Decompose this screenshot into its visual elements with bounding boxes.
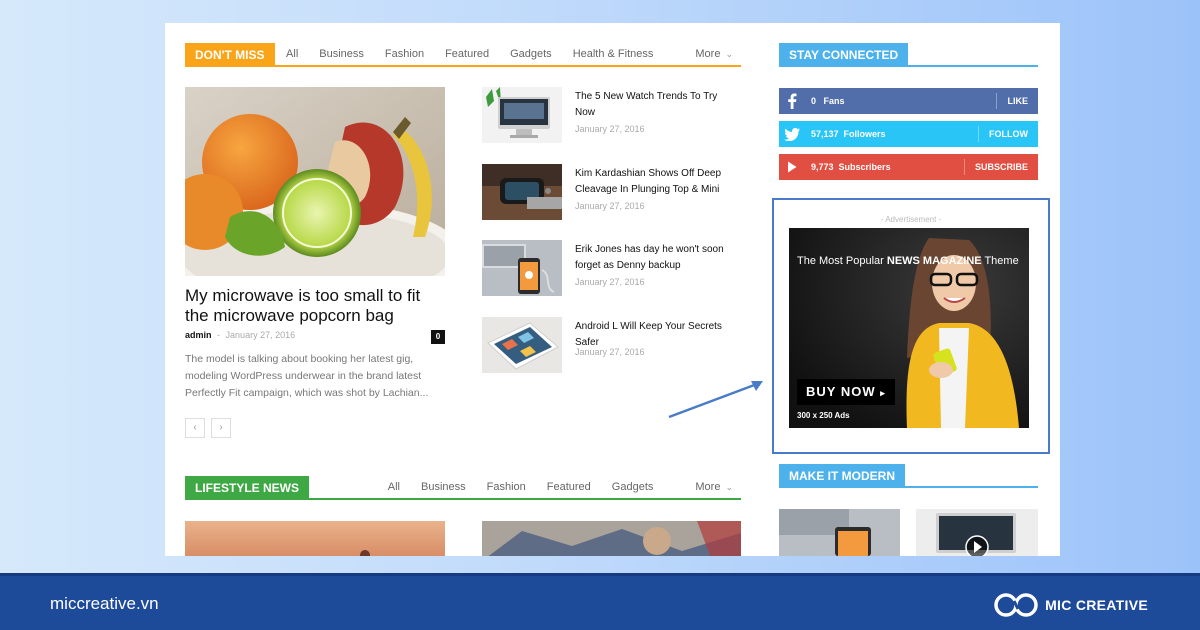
filter-all[interactable]: All <box>388 481 400 493</box>
featured-excerpt: The model is talking about booking her l… <box>185 353 429 399</box>
list-item[interactable]: Erik Jones has day he won't soon forget … <box>482 240 742 298</box>
featured-image[interactable] <box>185 87 445 276</box>
dont-miss-title: DON'T MISS <box>185 43 275 67</box>
filter-all[interactable]: All <box>286 48 298 60</box>
youtube-count-value: 9,773 <box>811 162 834 172</box>
featured-date: January 27, 2016 <box>225 330 296 340</box>
filter-fashion[interactable]: Fashion <box>487 481 526 493</box>
make-it-modern-title: MAKE IT MODERN <box>779 464 905 488</box>
footer-site-url[interactable]: miccreative.vn <box>50 594 159 614</box>
list-item[interactable]: Android L Will Keep Your Secrets Safer J… <box>482 317 742 375</box>
article-thumbnail[interactable] <box>482 317 562 373</box>
caret-right-icon: ▸ <box>880 388 886 398</box>
lifestyle-image-2[interactable] <box>482 521 741 556</box>
footer-brand-name[interactable]: MIC CREATIVE <box>1045 597 1148 613</box>
news-page: DON'T MISS All Business Fashion Featured… <box>165 23 1060 556</box>
filter-fashion[interactable]: Fashion <box>385 48 424 60</box>
filter-featured[interactable]: Featured <box>547 481 591 493</box>
filter-gadgets[interactable]: Gadgets <box>510 48 552 60</box>
like-button[interactable]: LIKE <box>996 93 1038 109</box>
next-page-button[interactable]: › <box>211 418 231 438</box>
article-thumbnail[interactable] <box>482 164 562 220</box>
filter-more[interactable]: More ⌄ <box>674 481 733 493</box>
chevron-down-icon: ⌄ <box>725 49 733 59</box>
dont-miss-header: DON'T MISS All Business Fashion Featured… <box>185 43 741 67</box>
youtube-counter[interactable]: 9,773 Subscribers SUBSCRIBE <box>779 154 1038 180</box>
article-date: January 27, 2016 <box>575 201 645 211</box>
dont-miss-filters: All Business Fashion Featured Gadgets He… <box>265 43 741 65</box>
list-item[interactable]: Kim Kardashian Shows Off Deep Cleavage I… <box>482 164 742 222</box>
make-it-modern-header: MAKE IT MODERN <box>779 464 1038 488</box>
advertisement-label: - Advertisement - <box>880 215 942 224</box>
twitter-count: 57,137 Followers <box>811 121 886 147</box>
ad-highlight-frame: - Advertisement - The Most Popular NEWS … <box>772 198 1050 454</box>
callout-arrow-icon <box>668 381 763 419</box>
filter-health-fitness[interactable]: Health & Fitness <box>573 48 654 60</box>
facebook-counter[interactable]: 0 Fans LIKE <box>779 88 1038 114</box>
youtube-icon <box>779 154 805 180</box>
youtube-count: 9,773 Subscribers <box>811 154 891 180</box>
modern-thumbnail-1[interactable] <box>779 509 900 556</box>
lifestyle-news-title: LIFESTYLE NEWS <box>185 476 310 500</box>
featured-author[interactable]: admin <box>185 330 212 340</box>
filter-more-label: More <box>695 481 721 493</box>
buy-now-button[interactable]: BUY NOW ▸ <box>797 379 895 405</box>
subscribe-button[interactable]: SUBSCRIBE <box>963 159 1038 175</box>
filter-more-label: More <box>695 48 721 60</box>
lifestyle-image-1[interactable] <box>185 521 445 556</box>
youtube-count-unit: Subscribers <box>838 162 891 172</box>
twitter-counter[interactable]: 57,137 Followers FOLLOW <box>779 121 1038 147</box>
footer-bar: miccreative.vn MIC CREATIVE <box>0 573 1200 630</box>
ad-banner[interactable]: The Most Popular NEWS MAGAZINE Theme BUY… <box>789 228 1029 428</box>
meta-separator: - <box>217 330 221 340</box>
lifestyle-filters: All Business Fashion Featured Gadgets Mo… <box>367 476 741 498</box>
comment-count-badge[interactable]: 0 <box>431 330 445 344</box>
facebook-count: 0 Fans <box>811 88 845 114</box>
brand-logo-icon <box>994 593 1038 617</box>
stay-connected-title: STAY CONNECTED <box>779 43 909 67</box>
follow-button[interactable]: FOLLOW <box>978 126 1038 142</box>
ad-size-label: 300 x 250 Ads <box>797 411 850 420</box>
article-date: January 27, 2016 <box>575 277 645 287</box>
stay-connected-header: STAY CONNECTED <box>779 43 1038 67</box>
prev-page-button[interactable]: ‹ <box>185 418 205 438</box>
article-date: January 27, 2016 <box>575 124 645 134</box>
lifestyle-news-header: LIFESTYLE NEWS All Business Fashion Feat… <box>185 476 741 500</box>
modern-thumbnail-2[interactable] <box>916 509 1038 556</box>
article-title[interactable]: The 5 New Watch Trends To Try Now <box>575 89 740 121</box>
facebook-count-unit: Fans <box>823 96 845 106</box>
twitter-count-unit: Followers <box>843 129 886 139</box>
filter-featured[interactable]: Featured <box>445 48 489 60</box>
article-date: January 27, 2016 <box>575 347 645 357</box>
twitter-icon <box>779 121 805 147</box>
filter-business[interactable]: Business <box>319 48 364 60</box>
filter-more[interactable]: More ⌄ <box>674 48 733 60</box>
article-title[interactable]: Kim Kardashian Shows Off Deep Cleavage I… <box>575 166 740 198</box>
filter-gadgets[interactable]: Gadgets <box>612 481 654 493</box>
ad-headline-suffix: Theme <box>981 255 1019 267</box>
twitter-count-value: 57,137 <box>811 129 839 139</box>
buy-now-label: BUY NOW <box>806 384 876 399</box>
chevron-down-icon: ⌄ <box>725 482 733 492</box>
article-title[interactable]: Erik Jones has day he won't soon forget … <box>575 242 740 274</box>
facebook-icon <box>779 88 805 114</box>
article-thumbnail[interactable] <box>482 240 562 296</box>
ad-headline-prefix: The Most Popular <box>797 255 887 267</box>
featured-title[interactable]: My microwave is too small to fit the mic… <box>185 286 445 326</box>
article-thumbnail[interactable] <box>482 87 562 143</box>
filter-business[interactable]: Business <box>421 481 466 493</box>
featured-meta: admin - January 27, 2016 0 <box>185 330 445 344</box>
ad-headline: The Most Popular NEWS MAGAZINE Theme <box>797 254 1019 268</box>
facebook-count-value: 0 <box>811 96 817 106</box>
list-item[interactable]: The 5 New Watch Trends To Try Now Januar… <box>482 87 742 145</box>
ad-headline-strong: NEWS MAGAZINE <box>886 255 982 267</box>
